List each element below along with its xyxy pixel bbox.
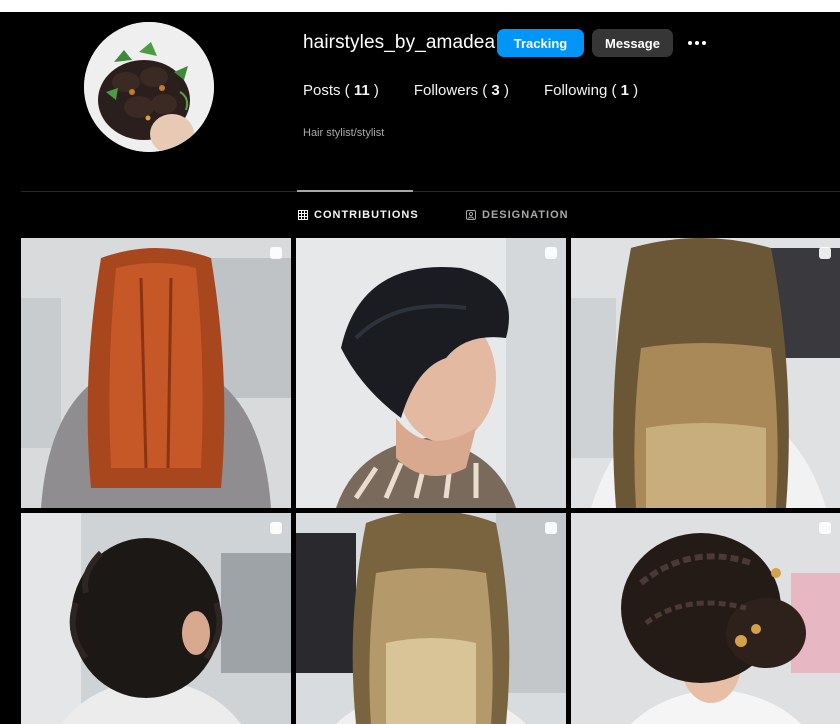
profile-avatar[interactable] <box>84 22 214 152</box>
multiple-photos-icon <box>270 247 282 259</box>
post-image <box>21 238 291 508</box>
posts-stat-label: Posts ( <box>303 82 350 99</box>
multiple-photos-icon <box>819 247 831 259</box>
post-image <box>21 513 291 724</box>
following-stat-close: ) <box>633 82 639 99</box>
posts-stat: Posts ( 11 ) <box>303 82 379 99</box>
followers-stat-label: Followers ( <box>413 82 488 99</box>
grid-icon <box>298 210 308 220</box>
tabs-divider <box>21 191 840 192</box>
following-count: 1 <box>620 82 629 99</box>
message-button[interactable]: Message <box>592 29 673 57</box>
posts-stat-close: ) <box>373 82 379 99</box>
following-stat-label: Following ( <box>543 82 617 99</box>
following-stat[interactable]: Following ( 1 ) <box>544 82 638 99</box>
post-tile[interactable] <box>21 238 291 508</box>
tab-tagged[interactable]: DESIGNATION <box>466 209 569 221</box>
followers-stat-close: ) <box>503 82 509 99</box>
posts-grid <box>21 238 840 724</box>
follow-button[interactable]: Tracking <box>497 29 584 57</box>
avatar-image <box>84 22 214 152</box>
post-image <box>296 513 566 724</box>
followers-stat[interactable]: Followers ( 3 ) <box>414 82 509 99</box>
multiple-photos-icon <box>270 522 282 534</box>
active-tab-indicator <box>297 190 413 192</box>
post-tile[interactable] <box>296 238 566 508</box>
top-window-edge <box>0 0 840 12</box>
post-tile[interactable] <box>571 238 840 508</box>
post-image <box>571 238 840 508</box>
profile-page: hairstyles_by_amadea Tracking Message Po… <box>0 0 840 724</box>
post-tile[interactable] <box>296 513 566 724</box>
posts-count: 11 <box>353 82 370 99</box>
tab-posts-label: CONTRIBUTIONS <box>314 209 419 221</box>
post-image <box>296 238 566 508</box>
tagged-icon <box>466 210 476 220</box>
tab-posts[interactable]: CONTRIBUTIONS <box>298 209 419 221</box>
multiple-photos-icon <box>545 522 557 534</box>
post-image <box>571 513 840 724</box>
followers-count: 3 <box>491 82 500 99</box>
multiple-photos-icon <box>545 247 557 259</box>
profile-username: hairstyles_by_amadea <box>303 32 496 53</box>
post-tile[interactable] <box>571 513 840 724</box>
tab-tagged-label: DESIGNATION <box>482 209 569 221</box>
more-options-icon[interactable] <box>686 34 708 52</box>
post-tile[interactable] <box>21 513 291 724</box>
multiple-photos-icon <box>819 522 831 534</box>
profile-stats: Posts ( 11 ) Followers ( 3 ) Following (… <box>303 82 673 99</box>
profile-bio: Hair stylist/stylist <box>303 127 385 139</box>
